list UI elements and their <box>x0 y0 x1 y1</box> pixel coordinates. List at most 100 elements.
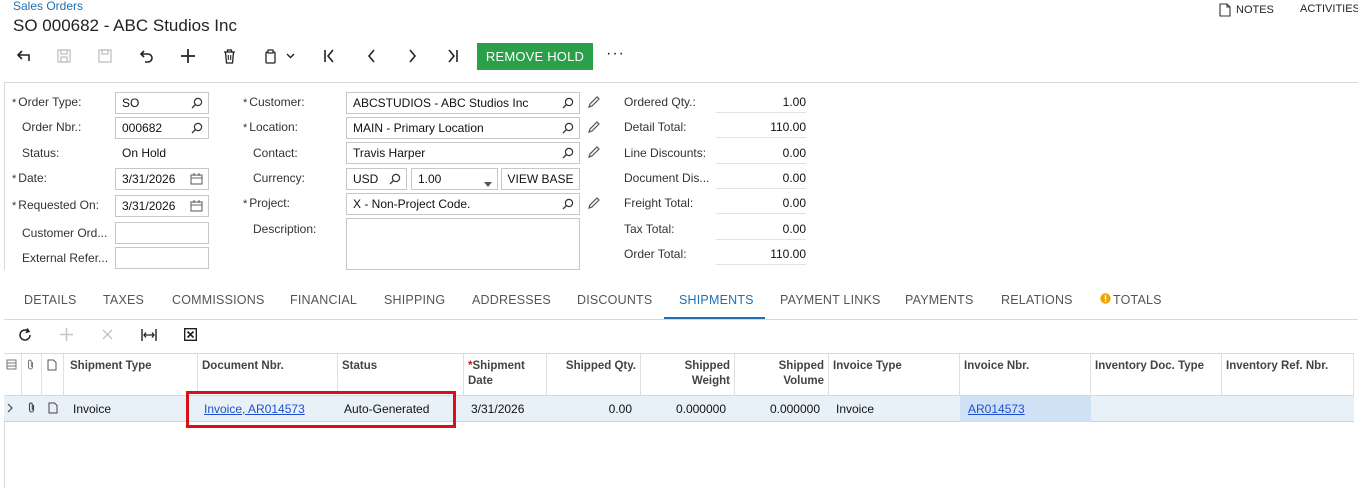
col-shipped-volume[interactable]: Shipped Volume <box>735 354 829 396</box>
contact-field[interactable]: Travis Harper <box>346 142 580 164</box>
note-icon[interactable] <box>42 396 64 422</box>
activities-label: ACTIVITIES <box>1300 3 1358 15</box>
delete-row-button[interactable] <box>96 326 118 346</box>
refresh-button[interactable] <box>14 326 36 346</box>
requested-on-field[interactable]: 3/31/2026 <box>115 195 209 217</box>
col-shipped-qty[interactable]: Shipped Qty. <box>547 354 641 396</box>
last-icon <box>447 49 459 63</box>
document-icon <box>1219 3 1231 17</box>
required-asterisk: * <box>12 173 17 185</box>
cell-shipped-qty: 0.00 <box>608 402 632 416</box>
total-value: 0.00 <box>716 196 806 214</box>
external-ref-field[interactable] <box>115 247 209 269</box>
back-arrow-icon <box>16 49 32 63</box>
notes-button[interactable]: NOTES <box>1219 3 1274 17</box>
remove-hold-button[interactable]: REMOVE HOLD <box>477 43 593 70</box>
copy-paste-button[interactable] <box>258 44 300 68</box>
export-excel-button[interactable] <box>179 326 201 346</box>
order-nbr-field[interactable]: 000682 <box>115 117 209 139</box>
grid-menu-icon <box>6 359 17 370</box>
clipboard-icon <box>264 48 278 64</box>
customer-order-field[interactable] <box>115 222 209 244</box>
search-icon[interactable] <box>562 147 574 162</box>
search-icon[interactable] <box>562 97 574 112</box>
grid-left-border <box>4 420 5 488</box>
tab-payment-links[interactable]: PAYMENT LINKS <box>780 293 881 307</box>
customer-label: * Customer: <box>243 95 305 109</box>
paperclip-icon[interactable] <box>22 396 42 422</box>
edit-project-pencil-icon[interactable] <box>587 196 601 213</box>
total-label: Tax Total: <box>624 222 675 236</box>
plus-icon <box>181 49 195 63</box>
fit-columns-button[interactable] <box>138 326 160 346</box>
search-icon[interactable] <box>191 122 203 137</box>
search-icon[interactable] <box>562 122 574 137</box>
cell-inventory-ref-nbr <box>1222 396 1354 422</box>
row-expand-chevron-icon[interactable] <box>4 396 22 422</box>
total-label: Order Total: <box>624 247 687 261</box>
search-icon[interactable] <box>389 173 401 188</box>
customer-value: ABCSTUDIOS - ABC Studios Inc <box>353 96 529 110</box>
tab-taxes[interactable]: TAXES <box>103 293 144 307</box>
col-status[interactable]: Status <box>338 354 464 396</box>
tab-relations[interactable]: RELATIONS <box>1001 293 1073 307</box>
refresh-icon <box>18 327 32 345</box>
edit-customer-pencil-icon[interactable] <box>587 95 601 112</box>
tab-shipments[interactable]: SHIPMENTS <box>679 293 754 307</box>
add-button[interactable] <box>175 44 201 68</box>
currency-rate-value: 1.00 <box>418 172 442 186</box>
col-shipment-type[interactable]: Shipment Type <box>66 354 198 396</box>
breadcrumb[interactable]: Sales Orders <box>13 0 83 13</box>
search-icon[interactable] <box>191 97 203 112</box>
col-document-nbr[interactable]: Document Nbr. <box>198 354 338 396</box>
first-record-button[interactable] <box>316 44 342 68</box>
undo-button[interactable] <box>134 44 160 68</box>
project-field[interactable]: X - Non-Project Code. <box>346 193 580 215</box>
previous-record-button[interactable] <box>358 44 384 68</box>
row-selector-header[interactable] <box>4 354 22 396</box>
tab-details[interactable]: DETAILS <box>24 293 77 307</box>
currency-rate-select[interactable]: 1.00 <box>411 168 498 190</box>
last-record-button[interactable] <box>440 44 466 68</box>
calendar-icon[interactable] <box>190 173 203 188</box>
add-row-button[interactable] <box>55 326 77 346</box>
col-inventory-ref-nbr[interactable]: Inventory Ref. Nbr. <box>1222 354 1354 396</box>
edit-contact-pencil-icon[interactable] <box>587 145 601 162</box>
currency-field[interactable]: USD <box>346 168 407 190</box>
status-value: On Hold <box>122 146 167 160</box>
cell-shipment-date: 3/31/2026 <box>471 402 525 416</box>
order-type-label: * Order Type: <box>12 95 81 109</box>
tab-financial[interactable]: FINANCIAL <box>290 293 357 307</box>
col-shipment-date[interactable]: *Shipment Date <box>464 354 547 396</box>
tab-addresses[interactable]: ADDRESSES <box>472 293 551 307</box>
tab-totals[interactable]: TOTALS <box>1100 293 1162 307</box>
save-button[interactable] <box>92 44 118 68</box>
save-and-close-button[interactable] <box>51 44 77 68</box>
tab-payments[interactable]: PAYMENTS <box>905 293 974 307</box>
notes-label: NOTES <box>1236 4 1274 16</box>
description-textarea[interactable] <box>346 218 580 270</box>
customer-field[interactable]: ABCSTUDIOS - ABC Studios Inc <box>346 92 580 114</box>
tab-discounts[interactable]: DISCOUNTS <box>577 293 652 307</box>
col-shipped-weight[interactable]: Shipped Weight <box>641 354 735 396</box>
date-field[interactable]: 3/31/2026 <box>115 168 209 190</box>
next-record-button[interactable] <box>399 44 425 68</box>
search-icon[interactable] <box>562 198 574 213</box>
tab-commissions[interactable]: COMMISSIONS <box>172 293 264 307</box>
more-actions-button[interactable]: ··· <box>606 45 625 63</box>
trash-icon <box>223 48 236 64</box>
delete-button[interactable] <box>216 44 242 68</box>
edit-location-pencil-icon[interactable] <box>587 120 601 137</box>
col-inventory-doc-type[interactable]: Inventory Doc. Type <box>1091 354 1222 396</box>
order-type-field[interactable]: SO <box>115 92 209 114</box>
view-base-button[interactable]: VIEW BASE <box>501 168 580 190</box>
col-invoice-nbr[interactable]: Invoice Nbr. <box>960 354 1091 396</box>
invoice-nbr-link[interactable]: AR014573 <box>968 402 1025 416</box>
calendar-icon[interactable] <box>190 200 203 215</box>
activities-button[interactable]: ACTIVITIES <box>1300 3 1358 15</box>
close-icon <box>101 329 113 343</box>
location-field[interactable]: MAIN - Primary Location <box>346 117 580 139</box>
col-invoice-type[interactable]: Invoice Type <box>829 354 960 396</box>
tab-shipping[interactable]: SHIPPING <box>384 293 445 307</box>
back-button[interactable] <box>11 44 37 68</box>
